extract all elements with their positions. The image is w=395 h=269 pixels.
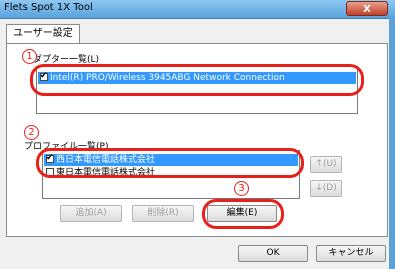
- list-item[interactable]: 東日本電信電話株式会社: [44, 167, 298, 179]
- list-item[interactable]: 西日本電信電話株式会社: [44, 152, 298, 166]
- list-item-label: Intel(R) PRO/Wireless 3945ABG Network Co…: [50, 73, 285, 83]
- add-button[interactable]: 追加(A): [60, 205, 122, 222]
- checkbox[interactable]: [46, 168, 54, 176]
- profile-listbox[interactable]: 西日本電信電話株式会社 東日本電信電話株式会社: [42, 150, 300, 199]
- checkbox[interactable]: [40, 70, 48, 82]
- annotation-marker-2: 2: [24, 125, 39, 140]
- close-button[interactable]: X: [346, 1, 388, 16]
- tab-user-settings[interactable]: ユーザー設定: [6, 24, 80, 44]
- list-item-label: 東日本電信電話株式会社: [56, 168, 156, 178]
- move-down-button[interactable]: ↓(D): [310, 180, 342, 197]
- edit-button[interactable]: 編集(E): [207, 205, 277, 222]
- window-border: [389, 18, 395, 269]
- cancel-button[interactable]: キャンセル: [316, 245, 386, 262]
- ok-button[interactable]: OK: [238, 245, 308, 262]
- annotation-marker-3: 3: [234, 181, 249, 196]
- window-title: Flets Spot 1X Tool: [4, 2, 93, 13]
- title-bar: Flets Spot 1X Tool X: [0, 0, 395, 19]
- app-window: Flets Spot 1X Tool X ユーザー設定 アダプター一覧(L) I…: [0, 0, 395, 269]
- adapter-listbox[interactable]: Intel(R) PRO/Wireless 3945ABG Network Co…: [36, 66, 358, 114]
- list-item-label: 西日本電信電話株式会社: [56, 155, 156, 165]
- annotation-marker-1: 1: [22, 49, 37, 64]
- delete-button[interactable]: 削除(R): [132, 205, 194, 222]
- list-item[interactable]: Intel(R) PRO/Wireless 3945ABG Network Co…: [38, 70, 356, 84]
- move-up-button[interactable]: ↑(U): [310, 156, 342, 173]
- checkbox[interactable]: [46, 152, 54, 164]
